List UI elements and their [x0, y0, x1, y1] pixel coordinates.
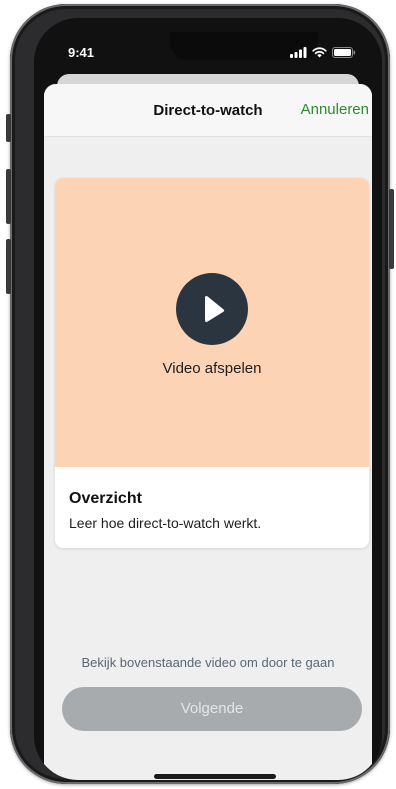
volume-down-button: [6, 239, 11, 294]
cancel-button[interactable]: Annuleren: [301, 101, 369, 118]
power-button: [389, 189, 394, 269]
screen: 9:41 Direct-to-watch Annuleren Video afs…: [34, 18, 382, 780]
play-icon: [205, 295, 225, 323]
play-button[interactable]: [176, 273, 248, 345]
card-subtitle: Leer hoe direct-to-watch werkt.: [69, 515, 262, 531]
video-card: Video afspelen Overzicht Leer hoe direct…: [55, 178, 369, 548]
video-player[interactable]: Video afspelen: [55, 178, 369, 467]
nav-bar: Direct-to-watch Annuleren: [44, 84, 372, 137]
wifi-icon: [312, 47, 327, 58]
silent-switch: [6, 114, 11, 142]
card-title: Overzicht: [69, 490, 142, 507]
play-video-label: Video afspelen: [162, 360, 262, 377]
status-time: 9:41: [68, 45, 95, 60]
modal-sheet: Direct-to-watch Annuleren Video afspelen…: [44, 84, 372, 780]
status-icons: [290, 47, 356, 58]
home-indicator: [154, 774, 276, 779]
watch-hint-text: Bekijk bovenstaande video om door te gaa…: [81, 655, 335, 670]
cellular-signal-icon: [290, 47, 307, 58]
phone-frame: 9:41 Direct-to-watch Annuleren Video afs…: [6, 4, 394, 784]
next-button[interactable]: Volgende: [62, 687, 362, 731]
volume-up-button: [6, 169, 11, 224]
battery-icon: [332, 47, 356, 58]
